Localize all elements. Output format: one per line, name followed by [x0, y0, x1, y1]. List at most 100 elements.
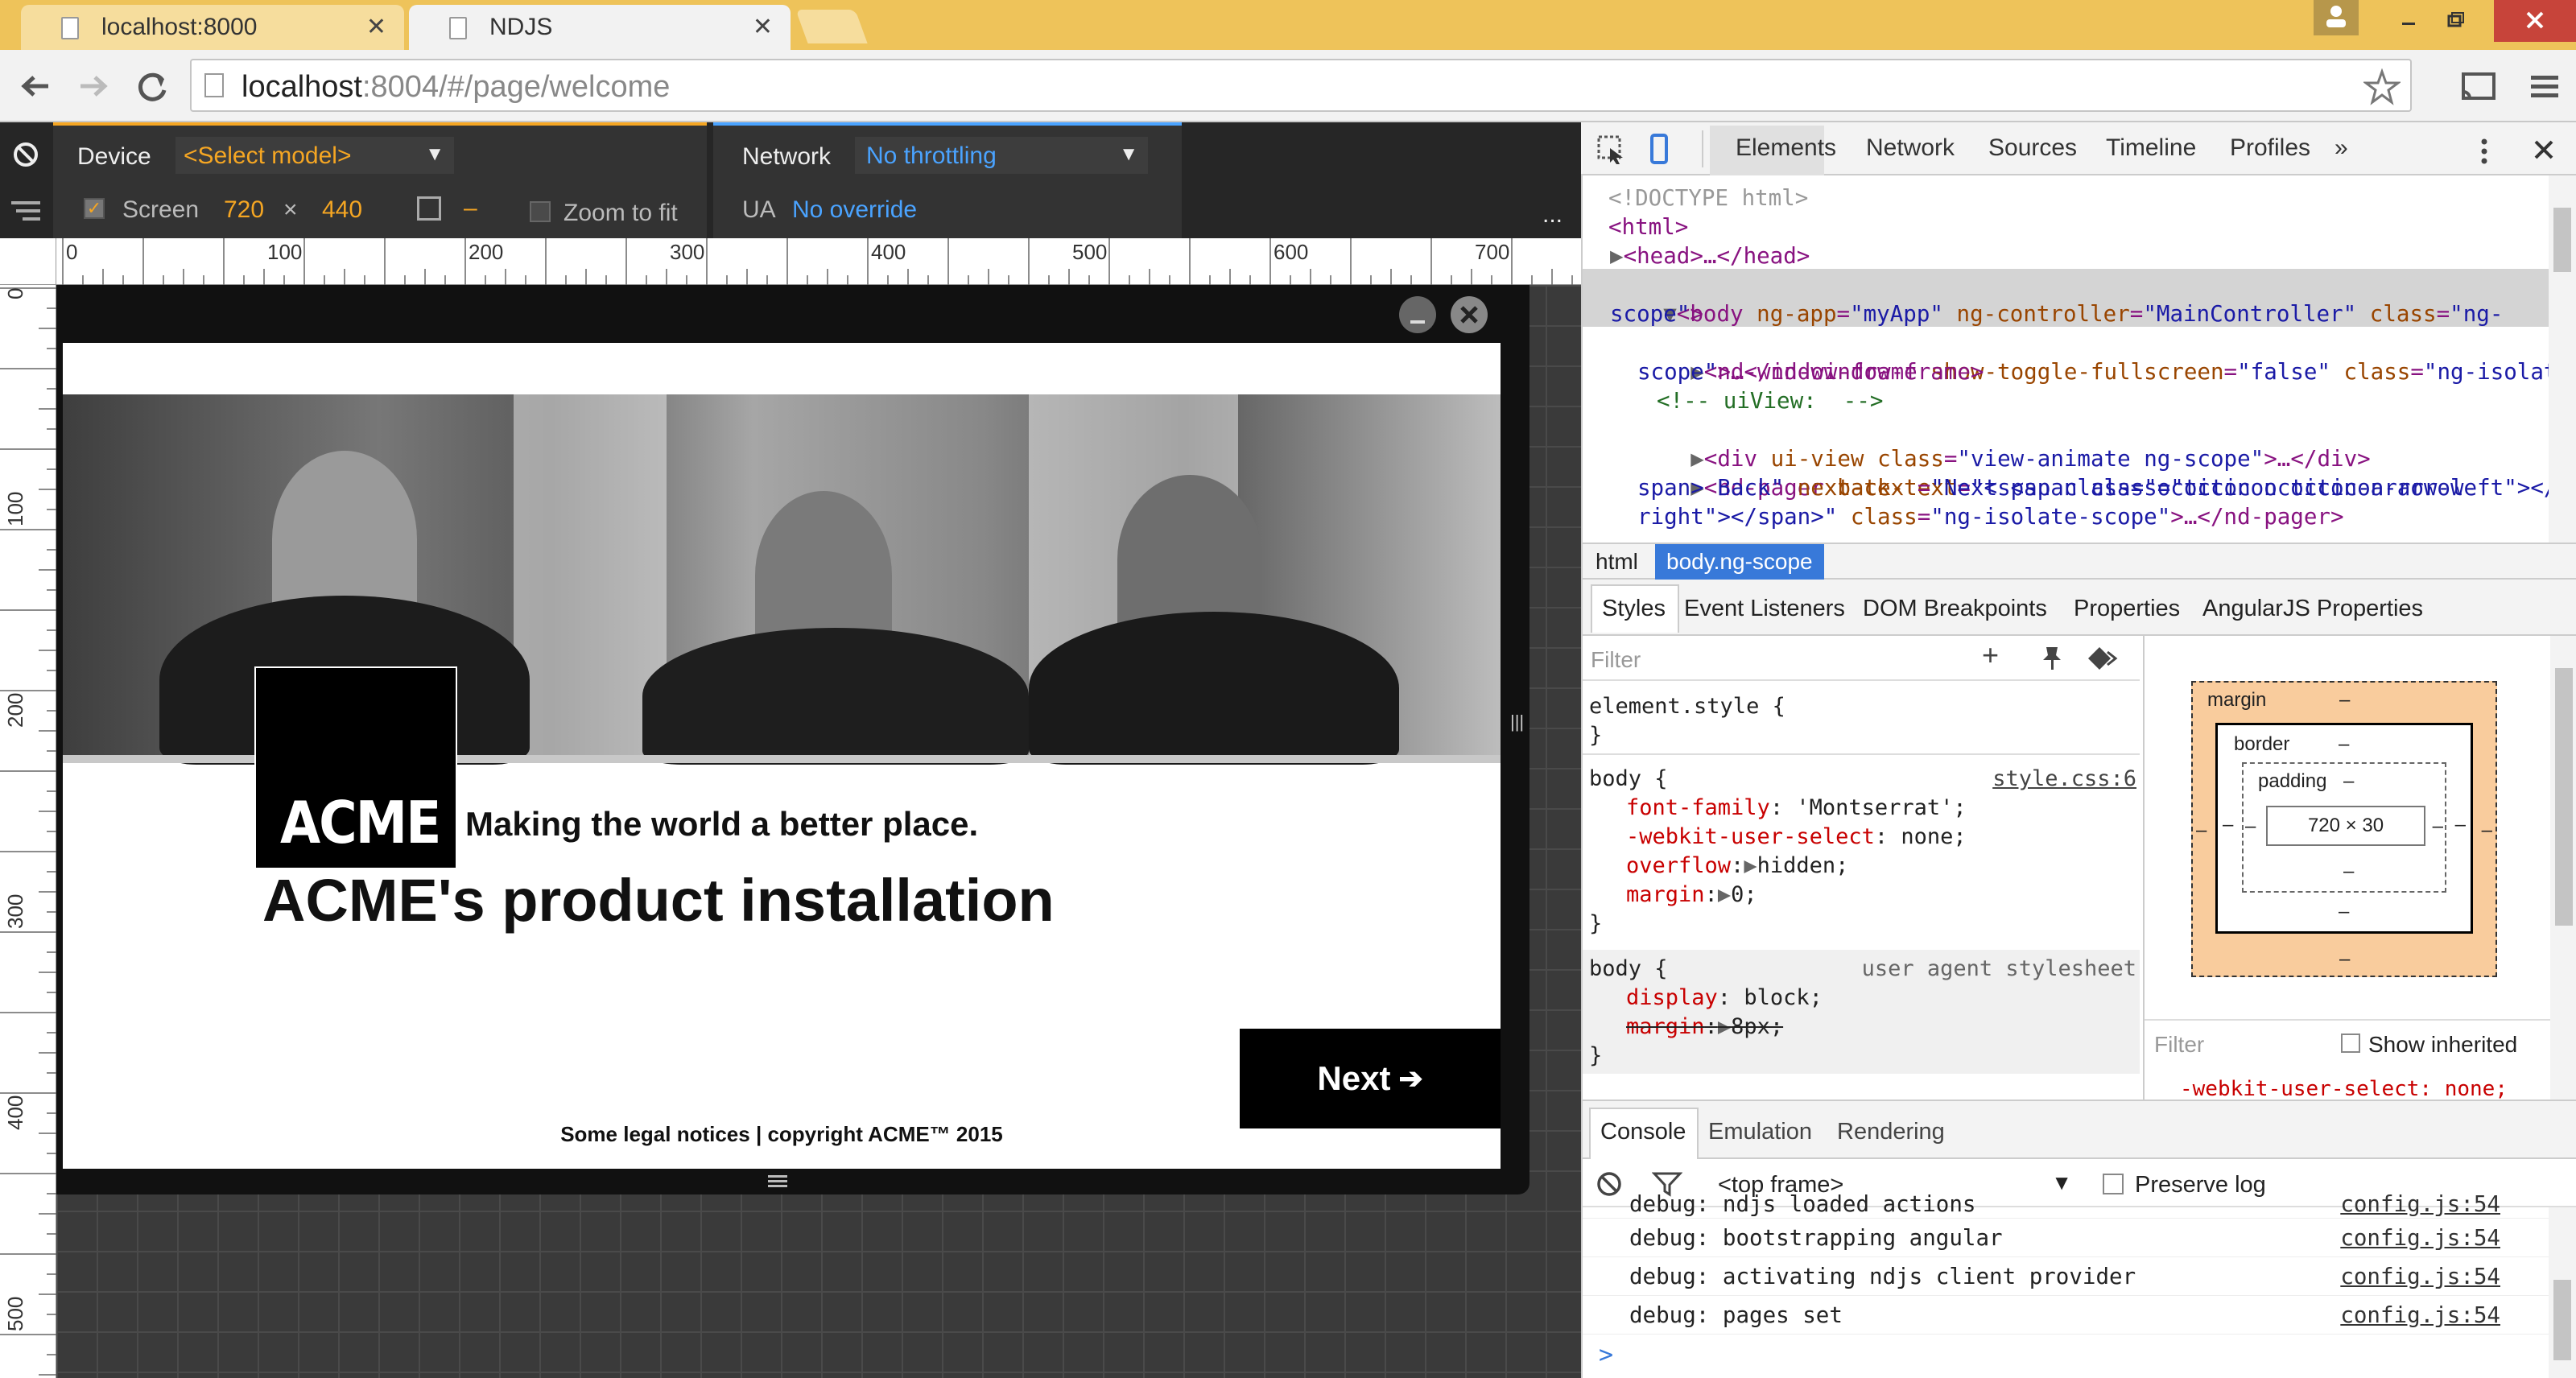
- page-icon: [449, 17, 467, 39]
- dom-comment[interactable]: <!-- uiView: -->: [1657, 386, 1883, 415]
- window-close-icon[interactable]: [2494, 0, 2576, 42]
- app-page: ACME Making the world a better place. AC…: [63, 343, 1501, 1169]
- forward-arrow-icon[interactable]: [72, 66, 113, 106]
- network-throttle-select[interactable]: No throttling ▼: [855, 137, 1148, 174]
- devtools-tabbar: Elements Network Sources Timeline Profil…: [1581, 122, 2576, 175]
- tab-timeline[interactable]: Timeline: [2106, 134, 2196, 162]
- cast-icon[interactable]: [2457, 66, 2500, 106]
- next-button[interactable]: Next ➔: [1240, 1029, 1501, 1128]
- ruler-label: 300: [3, 893, 27, 929]
- pin-icon[interactable]: [2040, 644, 2064, 673]
- dom-doctype[interactable]: <!DOCTYPE html>: [1608, 184, 1808, 212]
- back-arrow-icon[interactable]: [16, 66, 56, 106]
- resolution-icon[interactable]: [417, 196, 441, 221]
- ruler-label: 500: [3, 1296, 27, 1331]
- more-button[interactable]: ...: [1542, 201, 1563, 229]
- source-link[interactable]: config.js:54: [2340, 1191, 2500, 1217]
- tab-emulation[interactable]: Emulation: [1708, 1119, 1812, 1145]
- page-icon: [204, 73, 224, 97]
- box-model-pane: margin – – – – border – – – – padding – …: [2143, 636, 2576, 1101]
- tab-properties[interactable]: Properties: [2074, 596, 2180, 622]
- color-format-icon[interactable]: [2087, 646, 2119, 671]
- menu-icon[interactable]: [2524, 66, 2565, 106]
- address-bar[interactable]: localhost:8004/#/page/welcome: [190, 59, 2412, 112]
- screen-width-input[interactable]: 720: [224, 196, 264, 224]
- body-rule[interactable]: body { style.css:6 font-family: 'Montser…: [1589, 765, 2136, 939]
- tab-rendering[interactable]: Rendering: [1837, 1119, 1945, 1145]
- computed-filter-input[interactable]: Filter: [2154, 1032, 2204, 1058]
- minimize-button[interactable]: [1399, 296, 1436, 333]
- reload-icon[interactable]: [132, 66, 172, 106]
- resize-handle-right[interactable]: |||: [1510, 712, 1524, 741]
- padding-box[interactable]: padding – – – – 720 × 30: [2242, 762, 2446, 893]
- tab-network[interactable]: Network: [1866, 134, 1955, 162]
- dom-tree: <!DOCTYPE html> <html> ▶<head>…</head> ▼…: [1583, 175, 2576, 543]
- dom-head[interactable]: ▶<head>…</head>: [1610, 241, 1810, 270]
- content-box[interactable]: 720 × 30: [2266, 806, 2425, 846]
- resize-handle-bottom[interactable]: [765, 1172, 791, 1188]
- computed-property: -webkit-user-select: none;: [2180, 1077, 2508, 1101]
- close-icon[interactable]: ✕: [366, 13, 386, 41]
- tab-elements-label: Elements: [1736, 134, 1837, 161]
- crumb-body[interactable]: body.ng-scope: [1655, 544, 1824, 580]
- tab-event-listeners[interactable]: Event Listeners: [1684, 596, 1845, 622]
- close-button[interactable]: [1451, 296, 1488, 333]
- new-rule-icon[interactable]: +: [1982, 641, 1999, 670]
- rule-source-link[interactable]: style.css:6: [1992, 765, 2136, 794]
- tab-sources[interactable]: Sources: [1988, 134, 2077, 162]
- more-tabs-button[interactable]: »: [2334, 134, 2348, 162]
- profile-icon[interactable]: [2314, 0, 2359, 35]
- tab-profiles[interactable]: Profiles: [2230, 134, 2310, 162]
- console-prompt[interactable]: >: [1599, 1341, 1613, 1369]
- ua-label: UA: [742, 196, 776, 223]
- zoom-to-fit-checkbox[interactable]: [530, 201, 551, 222]
- ua-value[interactable]: No override: [792, 196, 917, 224]
- tab-dom-breakpoints[interactable]: DOM Breakpoints: [1863, 596, 2047, 622]
- source-link[interactable]: config.js:54: [2340, 1302, 2500, 1328]
- screen-height-input[interactable]: 440: [322, 196, 362, 224]
- show-inherited-checkbox[interactable]: [2341, 1034, 2360, 1053]
- tab-ndjs[interactable]: NDJS ✕: [409, 5, 791, 50]
- tab-label: NDJS: [489, 14, 553, 40]
- device-mode-icon[interactable]: [1647, 132, 1671, 167]
- block-icon[interactable]: [11, 140, 40, 169]
- times-sign: ×: [283, 196, 298, 223]
- page-icon: [61, 17, 79, 39]
- new-tab-button[interactable]: [795, 10, 868, 43]
- console-scrollbar[interactable]: [2549, 1207, 2576, 1378]
- device-mode-toolbar: Device <Select model> ▼ ✓ Screen 720 × 4…: [0, 122, 1581, 238]
- source-link[interactable]: config.js:54: [2340, 1225, 2500, 1251]
- restore-icon[interactable]: [2439, 5, 2471, 37]
- dom-html[interactable]: <html>: [1608, 212, 1688, 241]
- arrow-right-icon: ➔: [1398, 1062, 1423, 1095]
- kebab-menu-icon[interactable]: [2476, 135, 2492, 167]
- console-message: debug: ndjs loaded actions config.js:54: [1583, 1185, 2549, 1219]
- horizontal-ruler: 0 100 200 300 400 500 600 700: [56, 238, 1581, 285]
- ruler-label: 700: [1475, 240, 1510, 264]
- close-devtools-icon[interactable]: [2529, 135, 2558, 164]
- device-pixel-ratio-input[interactable]: –: [464, 195, 477, 222]
- media-queries-icon[interactable]: [8, 198, 43, 225]
- dom-scrollbar[interactable]: [2549, 175, 2576, 543]
- source-link[interactable]: config.js:54: [2340, 1264, 2500, 1289]
- close-icon[interactable]: ✕: [753, 13, 773, 41]
- styles-scrollbar[interactable]: [2550, 636, 2576, 1100]
- ruler-label: 400: [871, 240, 906, 264]
- minimize-icon[interactable]: [2392, 5, 2425, 37]
- dropdown-arrow-icon: ▼: [425, 143, 444, 165]
- crumb-html[interactable]: html: [1596, 549, 1638, 575]
- border-box[interactable]: border – – – – padding – – – – 720 × 30: [2215, 723, 2473, 934]
- screen-checkbox[interactable]: ✓: [84, 198, 105, 219]
- styles-filter-input[interactable]: Filter +: [1583, 636, 2140, 681]
- device-model-select[interactable]: <Select model> ▼: [175, 137, 454, 174]
- bookmark-star-icon[interactable]: [2362, 68, 2402, 105]
- ruler-corner: [0, 238, 56, 285]
- margin-box[interactable]: margin – – – – border – – – – padding – …: [2191, 681, 2497, 977]
- tab-localhost[interactable]: localhost:8000 ✕: [21, 5, 404, 50]
- inspect-element-icon[interactable]: [1596, 134, 1628, 166]
- tab-angularjs-properties[interactable]: AngularJS Properties: [2202, 596, 2423, 622]
- tab-label: localhost:8000: [101, 14, 258, 40]
- element-style-rule[interactable]: element.style { }: [1589, 692, 1785, 750]
- network-label: Network: [742, 143, 832, 170]
- url-text: localhost:8004/#/page/welcome: [242, 70, 671, 104]
